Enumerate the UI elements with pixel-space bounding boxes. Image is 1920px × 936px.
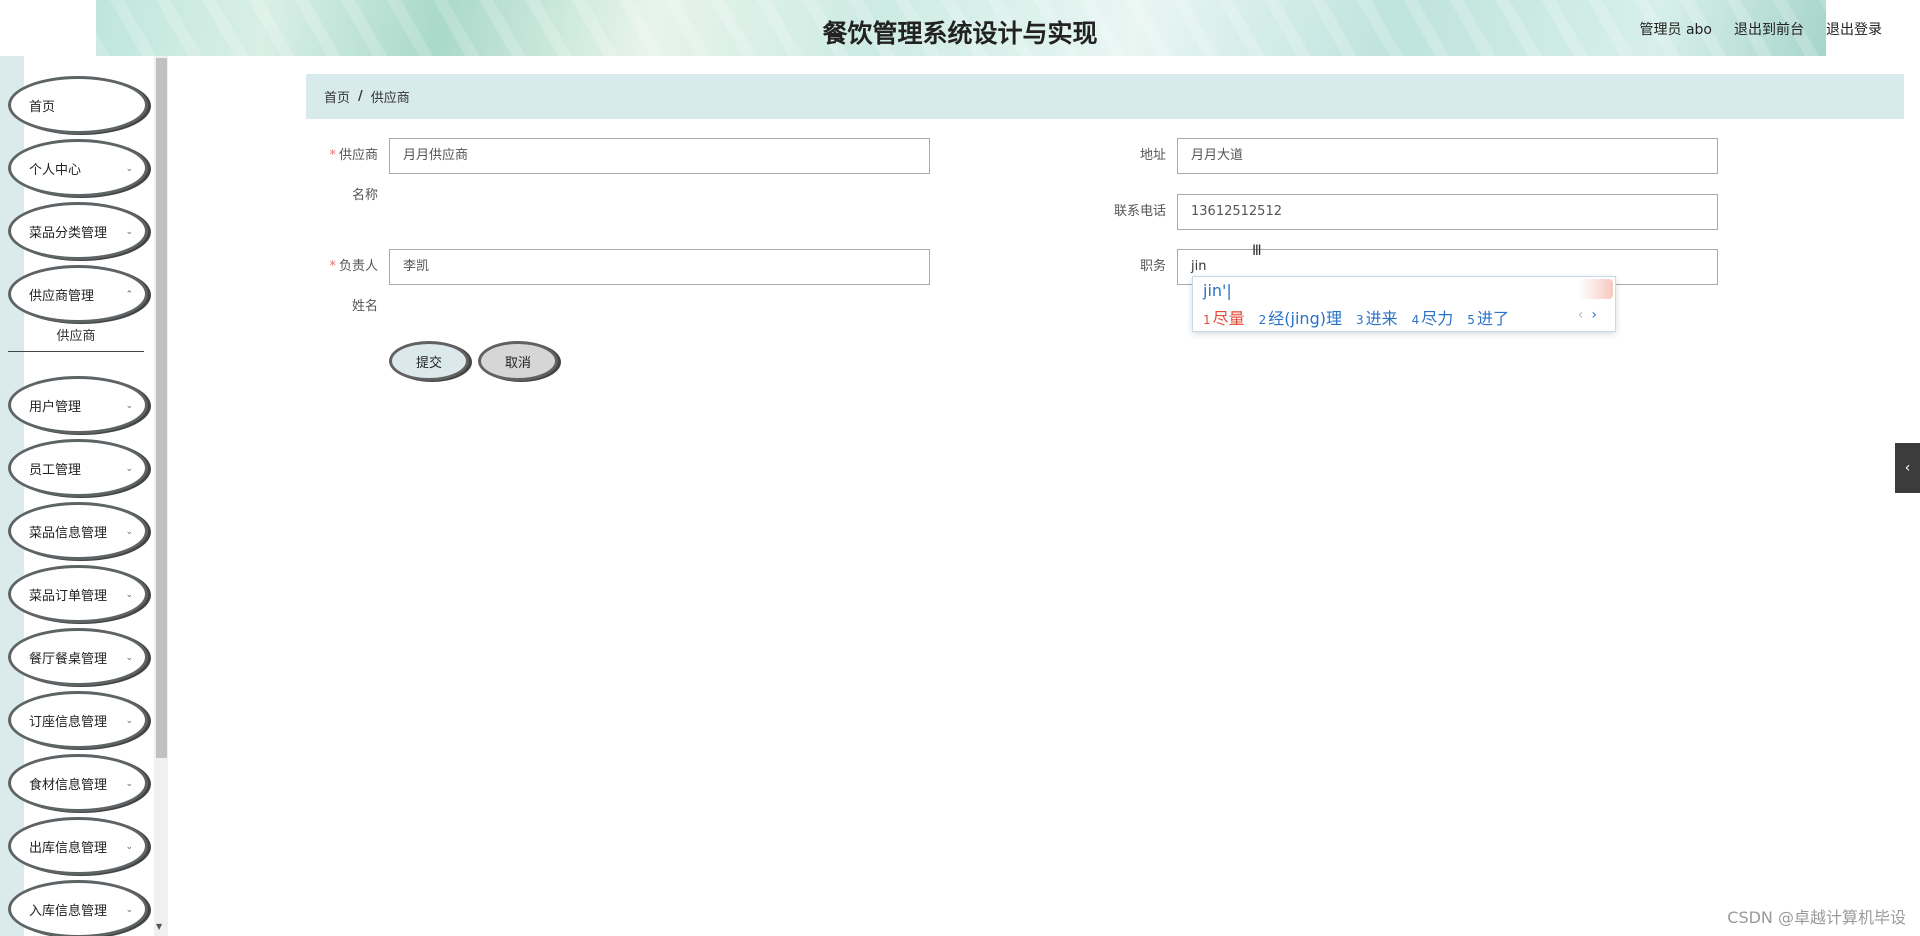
ime-candidate-number: 3 <box>1355 313 1364 327</box>
sidebar-item-label: 菜品订单管理 <box>29 588 108 604</box>
sidebar-item-label: 订座信息管理 <box>29 714 108 730</box>
ime-next-page-icon[interactable]: › <box>1591 307 1597 323</box>
sidebar-item-dish-category[interactable]: 菜品分类管理 ⌄ <box>8 202 148 260</box>
phone-label: 联系电话 <box>1113 204 1166 219</box>
required-mark: * <box>329 259 336 274</box>
sidebar-item-label: 菜品信息管理 <box>29 525 108 541</box>
ime-candidate-text: 经(jing)理 <box>1268 309 1342 328</box>
back-to-front-link[interactable]: 退出到前台 <box>1734 19 1804 39</box>
sidebar-item-ingredients[interactable]: 食材信息管理 ⌄ <box>8 754 148 812</box>
app-header: 餐饮管理系统设计与实现 管理员 abo 退出到前台 退出登录 <box>0 0 1920 56</box>
chevron-down-icon: ⌄ <box>125 779 133 789</box>
ime-candidate-list: 1 尽量 2 经(jing)理 3 进来 4 尽力 5 进了 <box>1203 305 1509 329</box>
sidebar-scrollbar-thumb[interactable] <box>156 58 167 758</box>
ime-candidate-text: 尽力 <box>1421 309 1454 328</box>
chevron-down-icon: ⌄ <box>125 527 133 537</box>
address-input[interactable]: 月月大道 <box>1177 138 1718 174</box>
breadcrumb-home[interactable]: 首页 <box>324 87 350 106</box>
position-label: 职务 <box>1139 259 1166 274</box>
person-label-text: 负责人 <box>338 259 378 274</box>
sidebar-item-inbound[interactable]: 入库信息管理 ⌄ <box>8 880 148 936</box>
ime-candidate[interactable]: 4 尽力 <box>1412 305 1454 329</box>
sidebar-strip <box>0 56 24 936</box>
sidebar-item-outbound[interactable]: 出库信息管理 ⌄ <box>8 817 148 875</box>
submit-button[interactable]: 提交 <box>389 341 469 381</box>
sidebar-item-label: 员工管理 <box>29 462 82 478</box>
ime-candidate-popup: jin'| 1 尽量 2 经(jing)理 3 进来 4 尽力 5 进了 ‹ › <box>1192 276 1616 332</box>
person-name-input[interactable]: 李凯 <box>389 249 930 285</box>
ime-candidate-text: 进了 <box>1476 309 1509 328</box>
chevron-down-icon: ⌄ <box>125 164 133 174</box>
site-title: 餐饮管理系统设计与实现 <box>822 19 1098 48</box>
admin-user-label: 管理员 abo <box>1639 22 1712 38</box>
breadcrumb-current: 供应商 <box>370 91 410 106</box>
ime-candidate[interactable]: 5 进了 <box>1467 305 1509 329</box>
chevron-down-icon: ⌄ <box>125 842 133 852</box>
ime-candidate[interactable]: 3 进来 <box>1356 305 1398 329</box>
ime-candidate-number: 5 <box>1467 313 1475 327</box>
sidebar-item-label: 出库信息管理 <box>29 840 108 856</box>
chevron-down-icon: ⌄ <box>125 464 133 474</box>
sidebar-item-dish-orders[interactable]: 菜品订单管理 ⌄ <box>8 565 148 623</box>
chevron-down-icon: ⌄ <box>125 227 133 237</box>
ime-logo-icon <box>1579 279 1613 299</box>
supplier-name-label-text: 供应商 <box>338 148 378 163</box>
supplier-name-label: * 供应商 <box>318 138 378 174</box>
supplier-name-input[interactable]: 月月供应商 <box>389 138 930 174</box>
chevron-up-icon: ⌃ <box>125 290 133 300</box>
sidebar-item-label: 首页 <box>29 99 56 115</box>
required-mark: * <box>329 148 336 163</box>
chevron-down-icon: ⌄ <box>125 905 133 915</box>
sidebar-item-label: 个人中心 <box>29 162 82 178</box>
sidebar-subitem-supplier[interactable]: 供应商 <box>8 322 144 352</box>
address-label: 地址 <box>1139 148 1166 163</box>
sidebar-item-label: 菜品分类管理 <box>29 225 108 241</box>
ime-candidate-text: 进来 <box>1365 309 1398 328</box>
sidebar-item-label: 供应商管理 <box>29 288 95 304</box>
csdn-watermark: CSDN @卓越计算机毕设 <box>1727 908 1906 927</box>
sidebar-item-tables[interactable]: 餐厅餐桌管理 ⌄ <box>8 628 148 686</box>
ime-candidate-number: 1 <box>1203 313 1211 327</box>
sidebar-item-supplier[interactable]: 供应商管理 ⌃ <box>8 265 148 323</box>
chevron-down-icon: ⌄ <box>125 590 133 600</box>
scroll-down-arrow-icon[interactable]: ▼ <box>156 922 162 931</box>
ime-prev-page-icon[interactable]: ‹ <box>1578 307 1584 323</box>
person-label: * 负责人 <box>318 249 378 285</box>
ime-candidate-text: 尽量 <box>1212 309 1245 328</box>
sidebar-item-staff[interactable]: 员工管理 ⌄ <box>8 439 148 497</box>
sidebar-item-label: 入库信息管理 <box>29 903 108 919</box>
sidebar-item-label: 用户管理 <box>29 399 82 415</box>
sidebar-item-dish-info[interactable]: 菜品信息管理 ⌄ <box>8 502 148 560</box>
chevron-down-icon: ⌄ <box>125 653 133 663</box>
phone-input[interactable]: 13612512512 <box>1177 194 1718 230</box>
ime-candidate-number: 4 <box>1411 313 1420 327</box>
text-cursor-icon: Ⅲ <box>1252 243 1262 259</box>
sidebar-item-label: 餐厅餐桌管理 <box>29 651 108 667</box>
ime-candidate-number: 2 <box>1258 313 1267 327</box>
ime-page-nav: ‹ › <box>1578 307 1597 323</box>
logout-link[interactable]: 退出登录 <box>1826 19 1882 39</box>
chevron-down-icon: ⌄ <box>125 401 133 411</box>
sidebar-item-users[interactable]: 用户管理 ⌄ <box>8 376 148 434</box>
supplier-name-label-line2: 名称 <box>351 188 378 203</box>
breadcrumb-separator: / <box>358 89 363 104</box>
breadcrumb: 首页 / 供应商 <box>306 74 1904 119</box>
top-links: 管理员 abo 退出到前台 退出登录 <box>1640 19 1882 39</box>
ime-candidate[interactable]: 1 尽量 <box>1203 305 1245 329</box>
sidebar-item-label: 食材信息管理 <box>29 777 108 793</box>
person-label-line2: 姓名 <box>351 299 378 314</box>
chevron-down-icon: ⌄ <box>125 716 133 726</box>
ime-composition: jin'| <box>1203 281 1232 300</box>
sidebar: 首页 个人中心 ⌄ 菜品分类管理 ⌄ 供应商管理 ⌃ 供应商 用户管理 ⌄ 员工… <box>0 56 152 936</box>
ime-candidate[interactable]: 2 经(jing)理 <box>1259 305 1342 329</box>
sidebar-item-home[interactable]: 首页 <box>8 76 148 134</box>
sidebar-item-reservations[interactable]: 订座信息管理 ⌄ <box>8 691 148 749</box>
cancel-button[interactable]: 取消 <box>478 341 558 381</box>
side-collapse-tab[interactable]: ‹ <box>1895 443 1920 493</box>
sidebar-item-personal-center[interactable]: 个人中心 ⌄ <box>8 139 148 197</box>
